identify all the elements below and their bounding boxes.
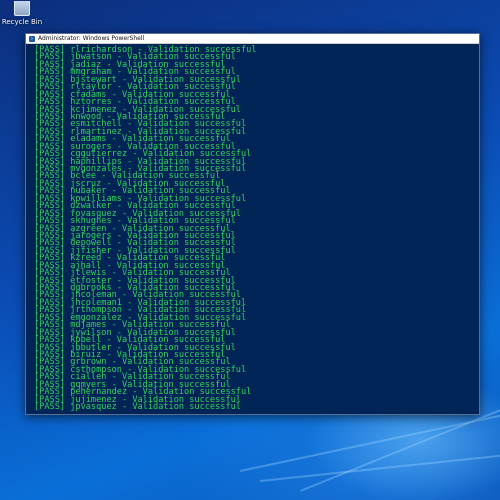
window-titlebar[interactable]: › Administrator: Windows PowerShell: [26, 34, 479, 44]
recycle-bin-label: Recycle Bin: [1, 18, 43, 26]
console-line: [PASS] jpvasquez - Validation successful: [34, 402, 479, 412]
pass-tag: [PASS]: [34, 402, 66, 412]
powershell-icon: ›: [29, 35, 35, 42]
console-line-text: jpvasquez - Validation successful: [70, 402, 241, 412]
console-output[interactable]: [PASS] rlrichardson - Validation success…: [26, 44, 479, 415]
recycle-bin-shortcut[interactable]: Recycle Bin: [2, 0, 42, 28]
window-title: Administrator: Windows PowerShell: [38, 35, 145, 42]
powershell-window[interactable]: › Administrator: Windows PowerShell [PAS…: [25, 33, 480, 415]
recycle-bin-icon: [14, 1, 30, 16]
